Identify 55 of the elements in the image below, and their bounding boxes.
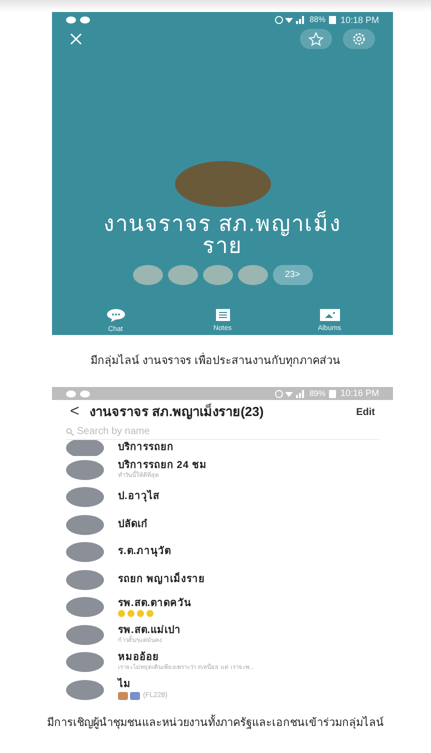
- group-name: งานจราจร สภ.พญาเม็งราย: [102, 212, 342, 256]
- battery-icon: [329, 390, 336, 398]
- search-field[interactable]: Search by name: [77, 424, 379, 439]
- back-button[interactable]: <: [70, 400, 80, 424]
- emoji-icon: [118, 610, 156, 617]
- settings-icon[interactable]: [343, 28, 375, 48]
- avatar: [66, 542, 104, 562]
- member-row[interactable]: บริการรถยก: [66, 440, 379, 456]
- member-name: รพ.สต.ตาดควัน: [118, 598, 192, 610]
- member-avatar[interactable]: [132, 264, 162, 284]
- member-row[interactable]: ปลัดเก๋: [66, 511, 379, 538]
- member-name: ร.ต.ภานุวัต: [118, 546, 172, 558]
- sticker-icon: [118, 692, 140, 700]
- search-icon: [66, 428, 74, 436]
- avatar: [66, 440, 104, 456]
- member-name: ป.อาวุไส: [118, 491, 160, 504]
- avatar: [66, 460, 104, 480]
- member-row[interactable]: รถยก พญาเม็งราย: [66, 566, 379, 594]
- avatar: [66, 514, 104, 535]
- signal-icon: [275, 16, 306, 24]
- member-avatar[interactable]: [202, 264, 232, 284]
- member-avatar[interactable]: [238, 264, 268, 284]
- member-name: บริการรถยก: [118, 442, 174, 454]
- avatar: [66, 570, 104, 590]
- status-time: 10:18 PM: [340, 14, 379, 26]
- avatar: [66, 487, 104, 508]
- chat-bubble-icon: [66, 390, 92, 398]
- member-avatar[interactable]: [168, 264, 198, 284]
- albums-icon: [320, 308, 340, 320]
- member-name: รพ.สต.แม่เปา: [118, 624, 182, 636]
- member-name: รถยก พญาเม็งราย: [118, 574, 205, 586]
- avatar: [66, 597, 104, 618]
- chat-bubble-icon: [66, 16, 92, 24]
- caption: มีกลุ่มไลน์ งานจราจร เพื่อประสานงานกับทุกภาคส่วน: [90, 352, 341, 369]
- notes-icon: [216, 308, 230, 320]
- battery-percent: 88%: [309, 14, 326, 26]
- avatar: [66, 652, 104, 672]
- member-name: หมออ้อย: [118, 652, 160, 664]
- member-row[interactable]: ป.อาวุไส: [66, 484, 379, 511]
- member-name: ปลัดเก๋: [118, 518, 148, 531]
- edit-button[interactable]: Edit: [356, 404, 375, 420]
- member-name: บริการรถยก 24 ชม: [118, 460, 208, 471]
- battery-percent: 89%: [309, 388, 326, 400]
- status-time: 10:16 PM: [340, 386, 379, 400]
- close-icon[interactable]: [70, 32, 82, 44]
- caption: มีการเชิญผู้นำชุมชนและหน่วยงานทั้งภาครัฐและเอกชนเข้าร่วมกลุ่มไลน์: [47, 714, 384, 731]
- chat-title: งานจราจร สภ.พญาเม็งราย(23): [89, 402, 265, 422]
- member-row[interactable]: รพ.สต.ตาดควัน: [66, 594, 379, 621]
- battery-icon: [329, 16, 336, 24]
- avatar: [66, 680, 104, 700]
- chat-icon: [106, 308, 124, 322]
- member-name: ไม: [118, 678, 132, 690]
- avatar: [66, 624, 104, 645]
- member-row[interactable]: ร.ต.ภานุวัต: [66, 538, 379, 566]
- signal-icon: [275, 390, 306, 398]
